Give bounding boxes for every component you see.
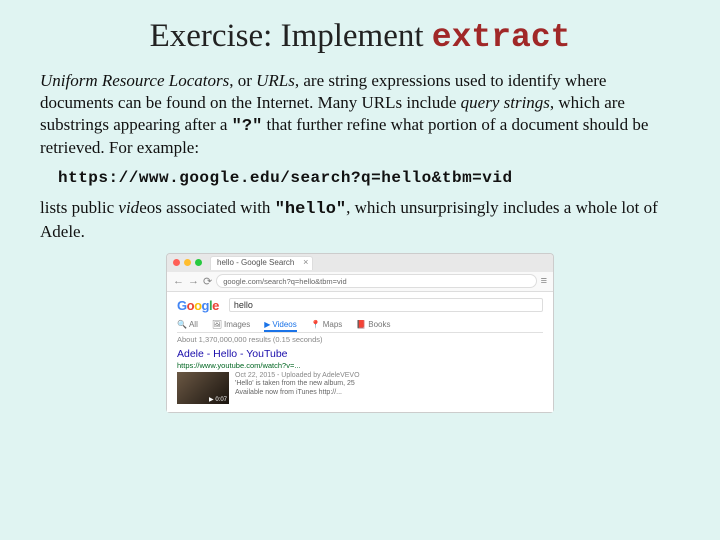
result-title[interactable]: Adele - Hello - YouTube: [177, 348, 543, 360]
search-row: Google hello: [177, 298, 543, 313]
tab-maps[interactable]: 📍 Maps: [311, 320, 343, 329]
tab-books[interactable]: 📕 Books: [356, 320, 390, 329]
window-controls: [173, 259, 202, 266]
tab-videos[interactable]: ▶ Videos: [264, 320, 296, 332]
page-content: Google hello 🔍 All 🖼 Images ▶ Videos 📍 M…: [167, 292, 553, 412]
paragraph-2: lists public videos associated with "hel…: [40, 197, 680, 243]
title-prefix: Exercise: Implement: [150, 18, 432, 54]
browser-tab[interactable]: hello - Google Search: [210, 256, 313, 270]
google-logo[interactable]: Google: [177, 298, 219, 313]
example-url: https://www.google.edu/search?q=hello&tb…: [58, 169, 680, 187]
address-bar-row: ← → ⟳ google.com/search?q=hello&tbm=vid …: [167, 272, 553, 292]
browser-mockup: hello - Google Search ← → ⟳ google.com/s…: [166, 253, 554, 413]
browser-titlebar: hello - Google Search: [167, 254, 553, 272]
reload-icon[interactable]: ⟳: [203, 275, 212, 288]
search-tabs: 🔍 All 🖼 Images ▶ Videos 📍 Maps 📕 Books: [177, 317, 543, 333]
search-result: Adele - Hello - YouTube https://www.yout…: [177, 348, 543, 404]
title-code: extract: [432, 19, 571, 56]
close-icon[interactable]: [173, 259, 180, 266]
paragraph-1: Uniform Resource Locators, or URLs, are …: [40, 70, 680, 159]
minimize-icon[interactable]: [184, 259, 191, 266]
result-url: https://www.youtube.com/watch?v=...: [177, 361, 543, 370]
slide-title: Exercise: Implement extract: [40, 18, 680, 56]
result-body: Oct 22, 2015 - Uploaded by AdeleVEVO 'He…: [177, 372, 543, 404]
menu-icon[interactable]: ≡: [541, 275, 547, 287]
video-thumbnail[interactable]: [177, 372, 229, 404]
result-snippet: Oct 22, 2015 - Uploaded by AdeleVEVO 'He…: [235, 372, 360, 404]
tab-all[interactable]: 🔍 All: [177, 320, 198, 329]
maximize-icon[interactable]: [195, 259, 202, 266]
forward-icon[interactable]: →: [188, 275, 199, 287]
result-stats: About 1,370,000,000 results (0.15 second…: [177, 335, 543, 344]
search-input[interactable]: hello: [229, 298, 543, 312]
tab-images[interactable]: 🖼 Images: [212, 320, 250, 329]
address-input[interactable]: google.com/search?q=hello&tbm=vid: [216, 274, 536, 288]
back-icon[interactable]: ←: [173, 275, 184, 287]
